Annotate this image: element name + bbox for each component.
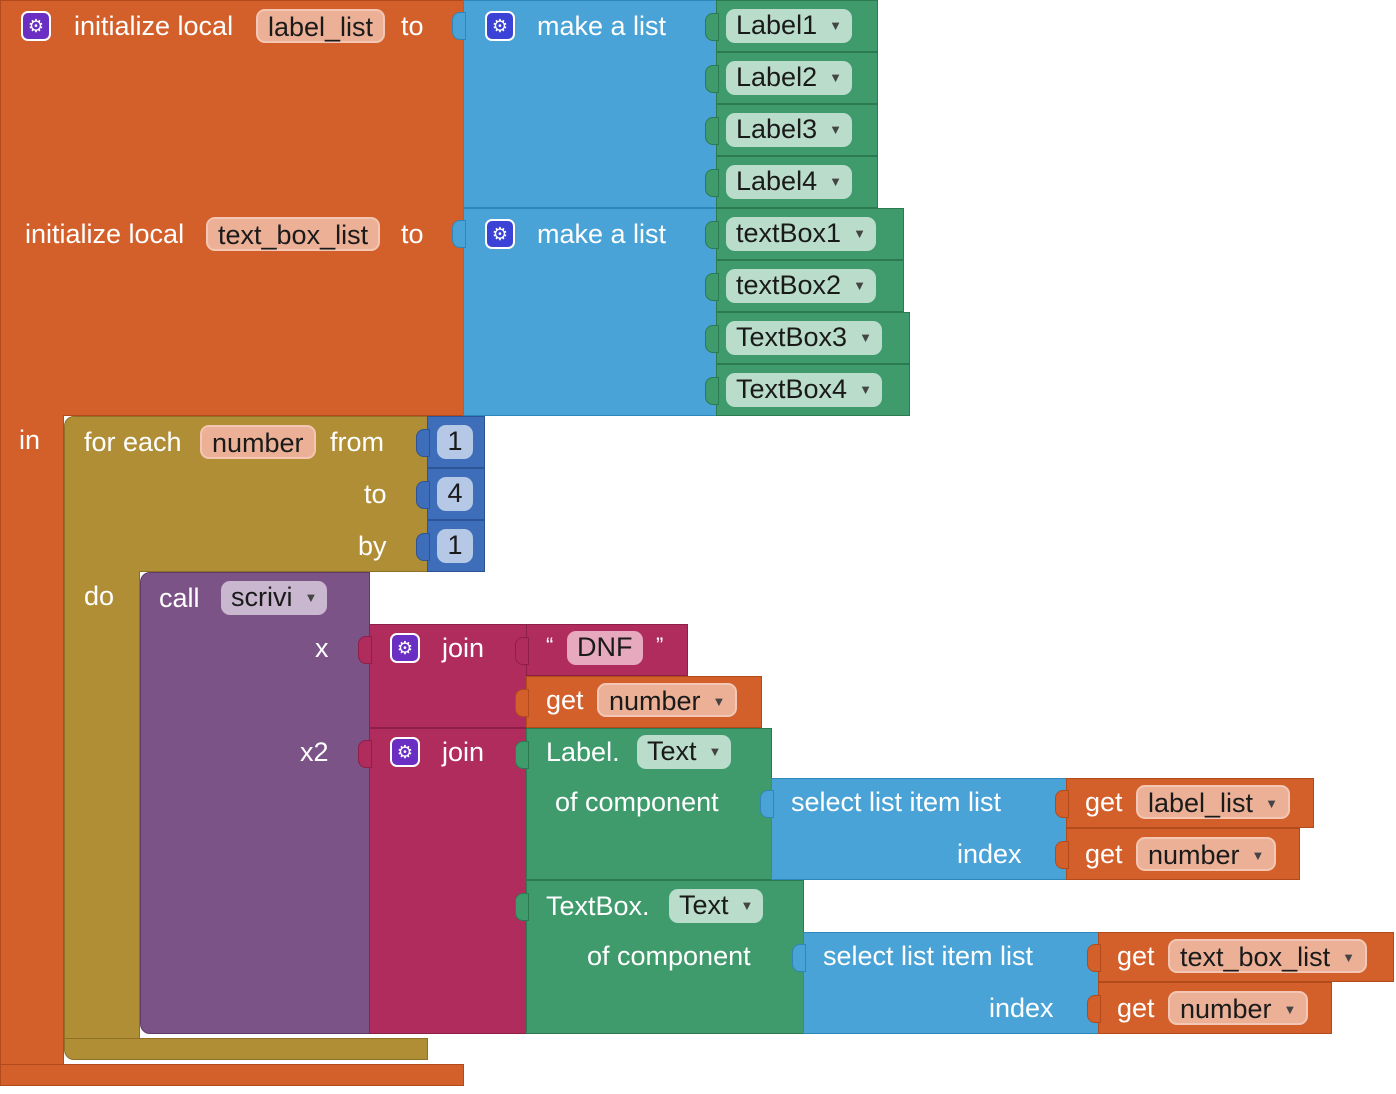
socket-notch (416, 429, 430, 457)
socket-notch (515, 689, 529, 717)
socket-notch (515, 893, 529, 921)
initialize-local-block[interactable] (0, 0, 464, 416)
socket-notch (515, 741, 529, 769)
for-each-spine (64, 571, 140, 1041)
component-dropdown[interactable]: TextBox4 (726, 373, 882, 407)
join-label-1: join (442, 633, 485, 663)
socket-notch (760, 790, 774, 818)
arg-x2-label: x2 (300, 737, 329, 767)
procedure-dropdown[interactable]: scrivi (221, 581, 328, 615)
socket-notch (705, 169, 719, 197)
get-label: get (1117, 993, 1155, 1023)
join-block-2[interactable] (369, 728, 527, 1034)
property-dropdown[interactable]: Text (637, 735, 732, 769)
property-dropdown[interactable]: Text (669, 889, 764, 923)
select-list-item-label: select list item list (823, 941, 1034, 971)
component-dropdown[interactable]: Label2 (726, 61, 852, 95)
socket-notch (705, 221, 719, 249)
socket-notch (792, 944, 806, 972)
initialize-local-body-spine (0, 415, 64, 1085)
socket-notch (705, 13, 719, 41)
socket-notch (452, 220, 466, 248)
open-quote: “ (546, 633, 554, 658)
mutator-gear-icon[interactable]: ⚙ (21, 11, 51, 41)
socket-notch (358, 740, 372, 768)
make-list-label-1: make a list (537, 11, 667, 41)
socket-notch (452, 12, 466, 40)
init2-prefix: initialize local (25, 219, 185, 249)
to-label: to (364, 479, 387, 509)
init1-var-name[interactable]: label_list (256, 9, 386, 43)
index-label: index (957, 839, 1022, 869)
get-label: get (1085, 787, 1123, 817)
join-label-2: join (442, 737, 485, 767)
for-each-bottom-arm (64, 1038, 428, 1060)
select-list-item-label: select list item list (791, 787, 1002, 817)
component-dropdown[interactable]: Label4 (726, 165, 852, 199)
init2-var-name[interactable]: text_box_list (206, 217, 381, 251)
socket-notch (416, 533, 430, 561)
number-field[interactable]: 1 (437, 425, 473, 459)
variable-dropdown[interactable]: number (597, 683, 738, 717)
number-field[interactable]: 4 (437, 477, 473, 511)
call-label: call (159, 583, 200, 613)
mutator-gear-icon[interactable]: ⚙ (485, 219, 515, 249)
get-label: get (1085, 839, 1123, 869)
component-type-label: Label. (546, 737, 620, 767)
socket-notch (416, 481, 430, 509)
make-list-label-2: make a list (537, 219, 667, 249)
component-dropdown[interactable]: Label1 (726, 9, 852, 43)
init1-to: to (401, 11, 424, 41)
do-label: do (84, 581, 115, 611)
variable-dropdown[interactable]: label_list (1136, 785, 1290, 819)
socket-notch (705, 377, 719, 405)
socket-notch (358, 636, 372, 664)
mutator-gear-icon[interactable]: ⚙ (390, 633, 420, 663)
mutator-gear-icon[interactable]: ⚙ (390, 737, 420, 767)
socket-notch (705, 117, 719, 145)
call-procedure-block[interactable] (140, 572, 370, 1034)
variable-dropdown[interactable]: number (1136, 837, 1277, 871)
arg-x-label: x (315, 633, 329, 663)
socket-notch (1055, 790, 1069, 818)
close-quote: ” (656, 633, 664, 658)
init1-prefix: initialize local (74, 11, 234, 41)
loop-var-name[interactable]: number (200, 425, 316, 459)
component-dropdown[interactable]: textBox1 (726, 217, 876, 251)
socket-notch (1087, 995, 1101, 1023)
of-component-label: of component (587, 941, 751, 971)
initialize-local-bottom-arm (0, 1064, 464, 1086)
socket-notch (705, 325, 719, 353)
variable-dropdown[interactable]: text_box_list (1168, 939, 1367, 973)
socket-notch (515, 637, 529, 665)
socket-notch (1055, 841, 1069, 869)
component-dropdown[interactable]: Label3 (726, 113, 852, 147)
component-dropdown[interactable]: textBox2 (726, 269, 876, 303)
get-label: get (546, 685, 584, 715)
index-label: index (989, 993, 1054, 1023)
component-type-label: TextBox. (546, 891, 650, 921)
by-label: by (358, 531, 387, 561)
component-dropdown[interactable]: TextBox3 (726, 321, 882, 355)
variable-dropdown[interactable]: number (1168, 991, 1309, 1025)
of-component-label: of component (555, 787, 719, 817)
mutator-gear-icon[interactable]: ⚙ (485, 11, 515, 41)
number-field[interactable]: 1 (437, 529, 473, 563)
text-string-field[interactable]: DNF (567, 631, 643, 665)
for-each-label: for each (84, 427, 182, 457)
socket-notch (705, 65, 719, 93)
in-label: in (19, 425, 41, 455)
init2-to: to (401, 219, 424, 249)
socket-notch (1087, 944, 1101, 972)
from-label: from (330, 427, 384, 457)
socket-notch (705, 273, 719, 301)
get-label: get (1117, 941, 1155, 971)
